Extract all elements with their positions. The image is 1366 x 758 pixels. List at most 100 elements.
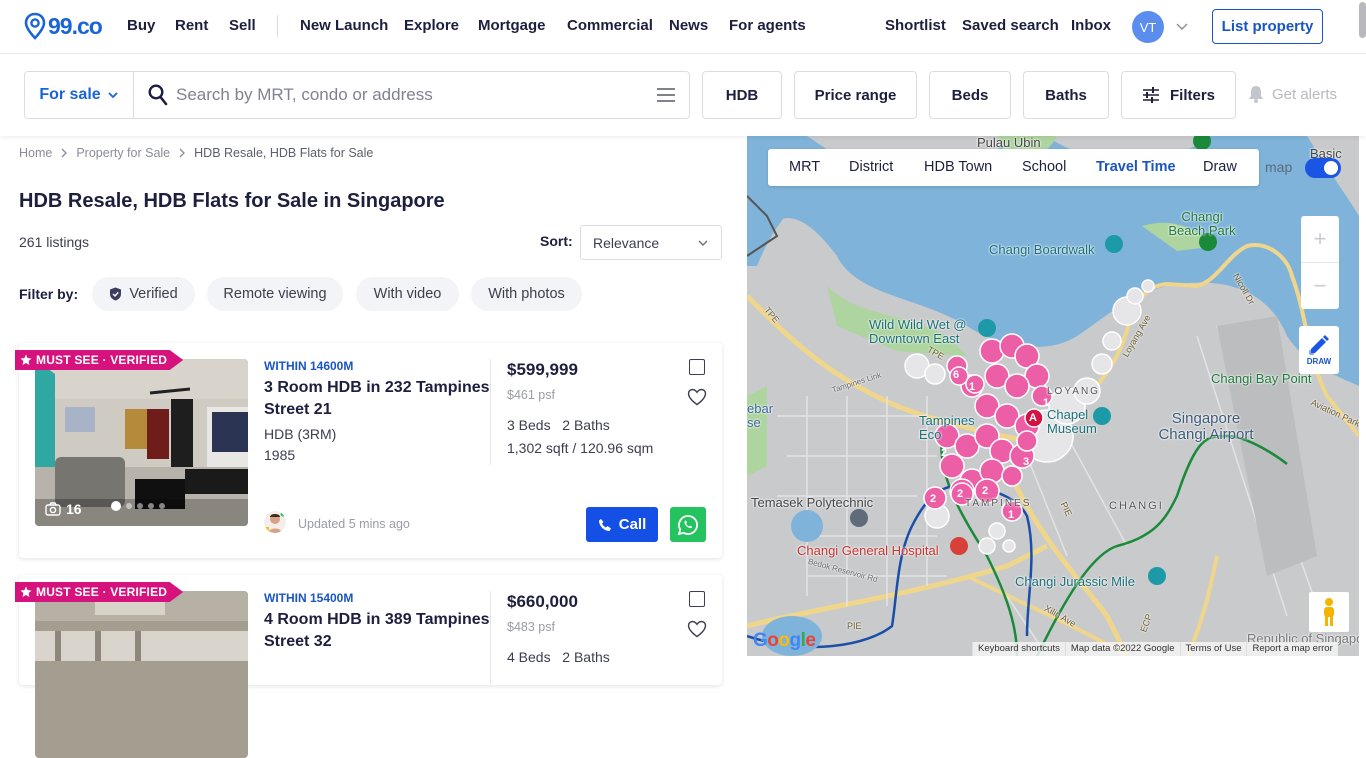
agent-avatar[interactable] (264, 511, 286, 533)
compare-checkbox[interactable] (689, 591, 705, 607)
must-see-badge: MUST SEE · VERIFIED (15, 350, 184, 370)
map[interactable]: 6 1 1 2 2 2 2 1 3 A Pulau Ubin Basic Cha… (747, 136, 1359, 656)
photo-carousel-dots[interactable] (111, 501, 165, 511)
nav-buy[interactable]: Buy (127, 17, 155, 34)
listing-type-label: For sale (39, 86, 101, 103)
map-label: Changi Boardwalk (989, 242, 1095, 257)
list-property-button[interactable]: List property (1212, 9, 1323, 44)
avatar[interactable]: VT (1132, 11, 1164, 43)
map-tab-mrt[interactable]: MRT (789, 159, 820, 175)
listing-card[interactable]: MUST SEE · VERIFIED WITHIN 15400M 4 Room… (15, 575, 722, 758)
whatsapp-button[interactable] (670, 507, 706, 542)
chip-with-video[interactable]: With video (356, 277, 459, 311)
map-label: Chapel Museum (1047, 407, 1097, 436)
menu-icon[interactable] (656, 87, 676, 103)
camera-icon (45, 502, 61, 516)
listing-photo[interactable]: 16 (35, 359, 248, 526)
listing-price: $599,999 (507, 360, 578, 379)
filter-by-label: Filter by: (19, 286, 79, 302)
room-photo (35, 591, 248, 758)
breadcrumb: Home Property for Sale HDB Resale, HDB F… (19, 146, 373, 160)
map-tab-district[interactable]: District (849, 159, 893, 175)
listing-title[interactable]: 4 Room HDB in 389 Tampines Street 32 (264, 609, 494, 653)
chevron-down-icon[interactable] (1174, 18, 1190, 34)
photo-count: 16 (45, 501, 82, 517)
call-button[interactable]: Call (586, 507, 658, 542)
must-see-badge: MUST SEE · VERIFIED (15, 582, 184, 602)
marker-count[interactable]: 2 (957, 488, 963, 500)
nav-divider (277, 15, 278, 37)
map-view-toggle[interactable] (1305, 158, 1341, 178)
draw-label: DRAW (1306, 357, 1332, 366)
nav-commercial[interactable]: Commercial (567, 17, 653, 34)
chip-verified[interactable]: Verified (92, 277, 195, 311)
marker-count[interactable]: 3 (1023, 456, 1029, 468)
heart-icon[interactable] (687, 620, 707, 638)
badge-label: MUST SEE · VERIFIED (36, 353, 168, 367)
compare-checkbox[interactable] (689, 359, 705, 375)
nav-explore[interactable]: Explore (404, 17, 459, 34)
sliders-icon (1142, 87, 1159, 103)
map-tab-draw[interactable]: Draw (1203, 159, 1237, 175)
price-range-filter-button[interactable]: Price range (794, 71, 917, 119)
marker-count[interactable]: 2 (941, 447, 947, 459)
page-title: HDB Resale, HDB Flats for Sale in Singap… (19, 190, 445, 212)
nav-sell[interactable]: Sell (229, 17, 256, 34)
nav-shortlist[interactable]: Shortlist (885, 17, 946, 34)
listing-type-dropdown[interactable]: For sale (24, 71, 134, 119)
nav-inbox[interactable]: Inbox (1071, 17, 1111, 34)
map-toggle-label: map (1265, 159, 1293, 175)
call-label: Call (618, 516, 647, 533)
marker-count[interactable]: 1 (1008, 509, 1014, 521)
keyboard-shortcuts-link[interactable]: Keyboard shortcuts (972, 642, 1065, 656)
chip-remote-viewing[interactable]: Remote viewing (207, 277, 343, 311)
draw-button[interactable]: DRAW (1299, 326, 1339, 374)
get-alerts-button[interactable]: Get alerts (1248, 85, 1337, 103)
baths-filter-button[interactable]: Baths (1023, 71, 1109, 119)
nav-news[interactable]: News (669, 17, 708, 34)
nav-new-launch[interactable]: New Launch (300, 17, 388, 34)
zoom-in-button[interactable]: + (1301, 216, 1339, 262)
listings-panel: Home Property for Sale HDB Resale, HDB F… (0, 136, 746, 758)
map-label: Wild Wild Wet @ Downtown East (869, 317, 967, 346)
marker-count[interactable]: 6 (953, 369, 959, 381)
map-tab-travel-time[interactable]: Travel Time (1096, 159, 1176, 175)
map-attribution: Keyboard shortcuts Map data ©2022 Google… (972, 642, 1338, 656)
filters-button[interactable]: Filters (1121, 71, 1236, 119)
beds-filter-button[interactable]: Beds (929, 71, 1011, 119)
listing-card[interactable]: MUST SEE · VERIFIED 16 WITHIN 14600M 3 R… (15, 343, 722, 558)
listing-beds-baths: 3 Beds 2 Baths (507, 414, 610, 437)
nav-mortgage[interactable]: Mortgage (478, 17, 546, 34)
chip-with-photos[interactable]: With photos (471, 277, 582, 311)
map-label: Temasek Polytechnic (751, 495, 874, 510)
nav-rent[interactable]: Rent (175, 17, 208, 34)
heart-icon[interactable] (687, 388, 707, 406)
nav-saved-search[interactable]: Saved search (962, 17, 1059, 34)
zoom-out-button[interactable]: − (1301, 263, 1339, 309)
scrollbar[interactable] (1359, 2, 1366, 38)
map-tab-hdb-town[interactable]: HDB Town (924, 159, 992, 175)
search-input[interactable] (176, 85, 646, 105)
breadcrumb-home[interactable]: Home (19, 146, 52, 160)
breadcrumb-property-for-sale[interactable]: Property for Sale (76, 146, 170, 160)
street-view-pegman[interactable] (1309, 592, 1349, 632)
sort-dropdown[interactable]: Relevance (580, 225, 722, 260)
terms-link[interactable]: Terms of Use (1179, 642, 1247, 656)
breadcrumb-current: HDB Resale, HDB Flats for Sale (194, 146, 374, 160)
hdb-filter-button[interactable]: HDB (702, 71, 782, 119)
listing-photo[interactable] (35, 591, 248, 758)
report-error-link[interactable]: Report a map error (1246, 642, 1338, 656)
listing-year: 1985 (264, 447, 296, 463)
listing-title[interactable]: 3 Room HDB in 232 Tampines Street 21 (264, 377, 494, 421)
selected-location-marker[interactable]: A (1029, 412, 1037, 424)
logo[interactable]: 99.co (24, 12, 103, 40)
zoom-controls: + − (1301, 216, 1339, 309)
nav-for-agents[interactable]: For agents (729, 17, 806, 34)
marker-count[interactable]: 1 (969, 381, 975, 393)
map-label: Singapore Changi Airport (1158, 410, 1254, 443)
whatsapp-icon (677, 514, 698, 535)
shield-check-icon (110, 287, 122, 301)
marker-count[interactable]: 2 (930, 493, 936, 505)
map-tab-school[interactable]: School (1022, 159, 1066, 175)
marker-count[interactable]: 2 (982, 485, 988, 497)
